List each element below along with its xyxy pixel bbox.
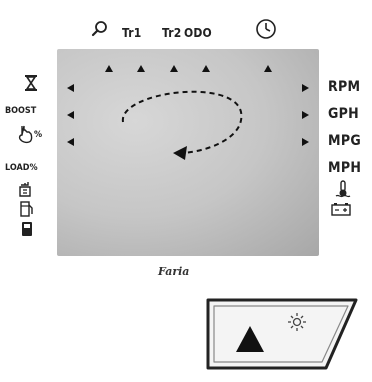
indicator-arrow — [302, 84, 309, 92]
indicator-arrow — [170, 65, 178, 72]
indicator-arrow — [264, 65, 272, 72]
boost-label: BOOST — [5, 106, 37, 116]
hand-percent-icon — [18, 125, 33, 144]
indicator-arrow — [105, 65, 113, 72]
indicator-arrow — [202, 65, 210, 72]
battery-icon — [331, 203, 351, 216]
clock-icon — [256, 19, 276, 39]
indicator-arrow — [302, 111, 309, 119]
fuel-filter-icon — [20, 201, 33, 217]
mpg-label: MPG — [328, 133, 362, 149]
odometer-label: ODO — [184, 26, 212, 40]
gph-label: GPH — [328, 106, 360, 122]
hourglass-icon — [25, 75, 37, 91]
percent-label: % — [34, 130, 43, 140]
mode-button[interactable] — [202, 294, 362, 374]
lcd-display — [57, 49, 319, 256]
brand-logo: Faria — [158, 265, 190, 278]
rpm-label: RPM — [328, 79, 361, 95]
mph-label: MPH — [328, 160, 362, 176]
oil-can-icon — [19, 182, 31, 197]
indicator-arrow — [67, 138, 74, 146]
search-icon — [91, 21, 107, 37]
indicator-arrow — [67, 84, 74, 92]
indicator-arrow — [302, 138, 309, 146]
fuel-pump-icon — [22, 222, 32, 236]
trip2-label: Tr2 — [162, 26, 182, 40]
rotate-arrow-icon — [121, 90, 243, 160]
indicator-arrow — [67, 111, 74, 119]
temperature-icon — [335, 180, 351, 198]
indicator-arrow — [137, 65, 145, 72]
load-label: LOAD% — [5, 163, 38, 173]
trip1-label: Tr1 — [122, 26, 142, 40]
